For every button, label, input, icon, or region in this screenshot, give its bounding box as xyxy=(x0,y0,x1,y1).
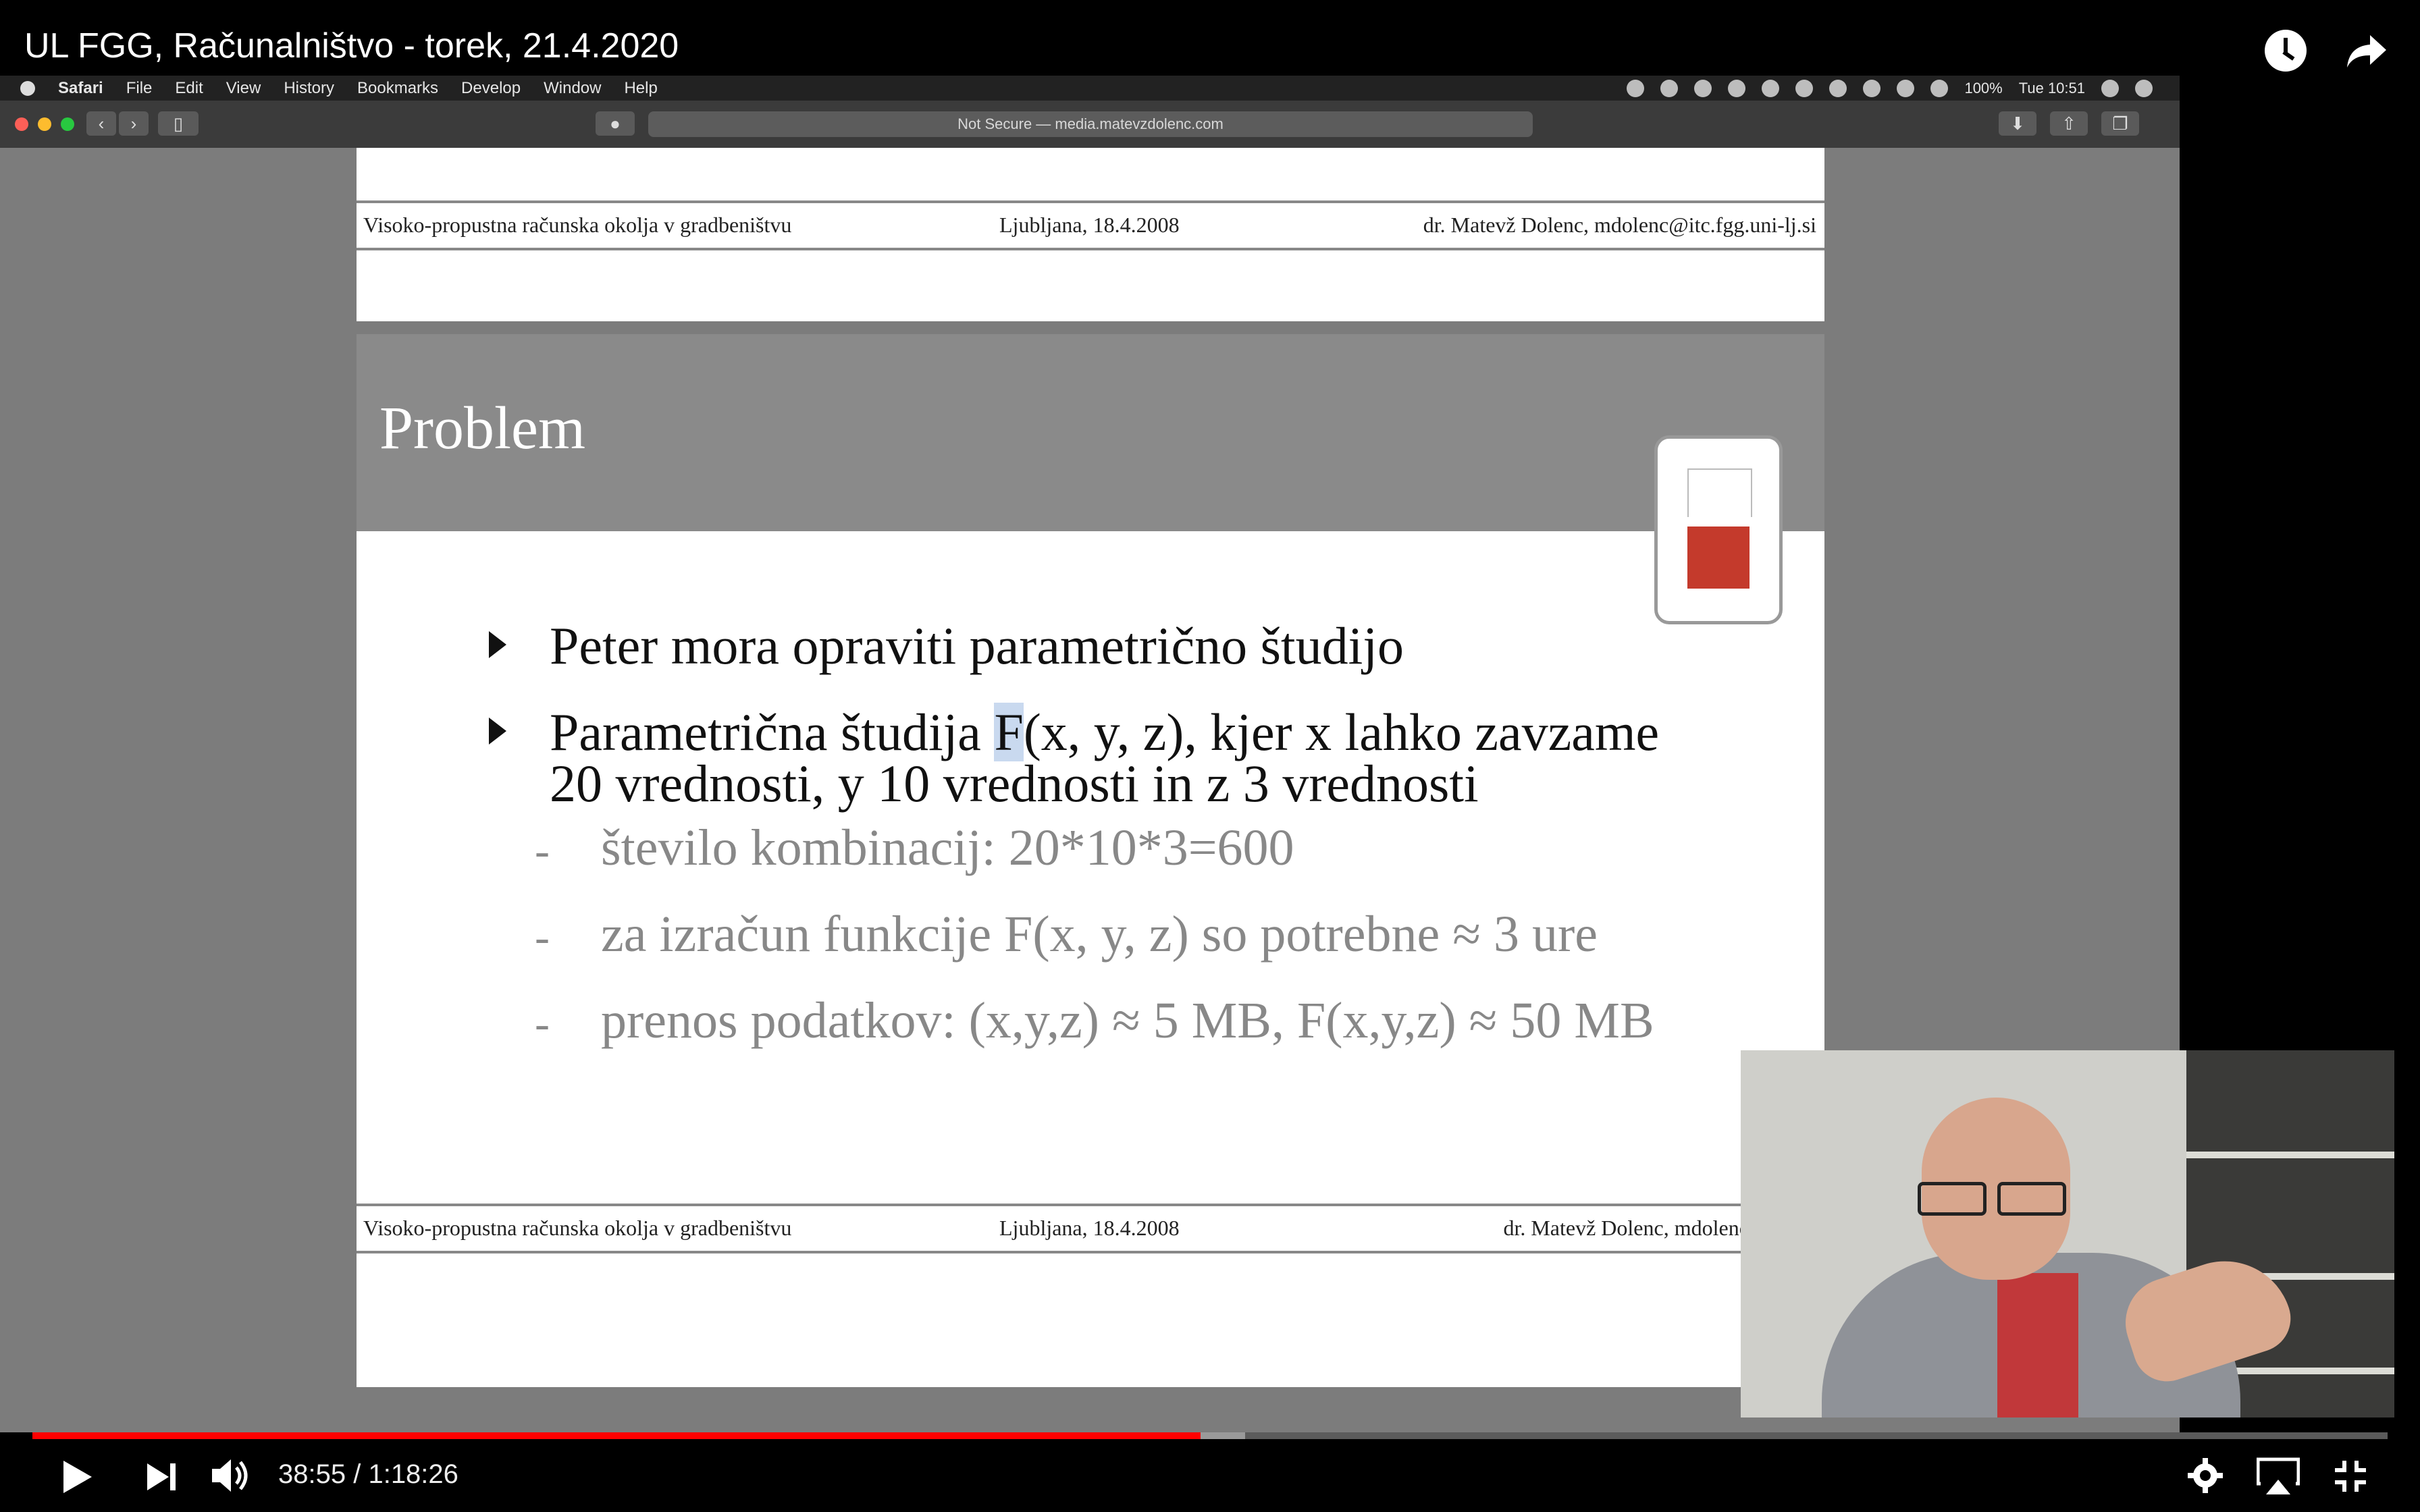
status-icon[interactable] xyxy=(1627,79,1645,97)
bullet-arrow-icon xyxy=(489,631,506,658)
volume-icon[interactable] xyxy=(211,1457,254,1498)
header-course: Visoko-propustna računska okolja v gradb… xyxy=(363,213,792,237)
volume-icon[interactable] xyxy=(1930,79,1949,97)
share-icon[interactable] xyxy=(2343,27,2390,74)
menu-window[interactable]: Window xyxy=(544,79,601,98)
sidebar-button[interactable]: ▯ xyxy=(158,111,199,136)
previous-slide-footer: Visoko-propustna računska okolja v gradb… xyxy=(357,200,1824,250)
sub-bullet-3: prenos podatkov: (x,y,z) ≈ 5 MB, F(x,y,z… xyxy=(601,992,1654,1049)
footer-date: Ljubljana, 18.4.2008 xyxy=(999,1216,1180,1240)
status-icon[interactable] xyxy=(1660,79,1679,97)
menu-help[interactable]: Help xyxy=(624,79,657,98)
exit-fullscreen-icon[interactable] xyxy=(2334,1459,2367,1496)
time-machine-icon[interactable] xyxy=(1829,79,1847,97)
airplay-icon[interactable] xyxy=(1795,79,1814,97)
wifi-icon[interactable] xyxy=(1897,79,1915,97)
sub-bullet-dash: - xyxy=(535,913,550,962)
footer-course: Visoko-propustna računska okolja v gradb… xyxy=(363,1216,792,1240)
menu-history[interactable]: History xyxy=(284,79,334,98)
watch-later-icon[interactable] xyxy=(2265,30,2307,72)
sub-bullet-dash: - xyxy=(535,999,550,1048)
share-button[interactable]: ⇧ xyxy=(2050,111,2088,136)
status-icon[interactable] xyxy=(1694,79,1712,97)
bullet-2-line-1: Parametrična študija F(x, y, z), kjer x … xyxy=(550,703,1660,761)
slide-title: Problem xyxy=(379,395,585,462)
bluetooth-icon[interactable] xyxy=(1863,79,1881,97)
video-title: UL FGG, Računalništvo - torek, 21.4.2020 xyxy=(24,26,679,65)
minimize-window-button[interactable] xyxy=(38,117,51,131)
menu-view[interactable]: View xyxy=(226,79,261,98)
spotlight-icon[interactable] xyxy=(2101,79,2119,97)
mac-menubar: Safari File Edit View History Bookmarks … xyxy=(0,76,2180,101)
menu-safari[interactable]: Safari xyxy=(58,79,103,98)
slide-title-bar: Problem xyxy=(357,334,1824,531)
previous-slide: Visoko-propustna računska okolja v gradb… xyxy=(357,148,1824,321)
play-button[interactable] xyxy=(61,1459,95,1498)
close-window-button[interactable] xyxy=(15,117,28,131)
bullet-2-line-2: 20 vrednosti, y 10 vrednosti in z 3 vred… xyxy=(550,754,1479,813)
sub-bullet-2: za izračun funkcije F(x, y, z) so potreb… xyxy=(601,906,1598,963)
apple-icon xyxy=(20,80,35,96)
settings-gear-icon[interactable] xyxy=(2186,1457,2224,1498)
zoom-window-button[interactable] xyxy=(61,117,74,131)
header-date: Ljubljana, 18.4.2008 xyxy=(999,213,1180,237)
sub-bullet-dash: - xyxy=(535,826,550,875)
notification-center-icon[interactable] xyxy=(2135,79,2153,97)
privacy-report-button[interactable]: ● xyxy=(596,111,635,136)
bullet-arrow-icon xyxy=(489,718,506,745)
downloads-button[interactable]: ⬇ xyxy=(1999,111,2036,136)
current-slide: Problem Peter mora opraviti parametrično… xyxy=(357,334,1824,1387)
menubar-clock[interactable]: Tue 10:51 xyxy=(2019,80,2085,97)
address-bar[interactable]: Not Secure — media.matevzdolenc.com xyxy=(648,111,1533,137)
menu-bookmarks[interactable]: Bookmarks xyxy=(357,79,438,98)
menu-develop[interactable]: Develop xyxy=(461,79,521,98)
airplay-icon[interactable] xyxy=(2256,1457,2300,1499)
next-button[interactable] xyxy=(146,1462,177,1495)
back-button[interactable]: ‹ xyxy=(86,111,116,136)
sub-bullet-1: število kombinacij: 20*10*3=600 xyxy=(601,819,1294,876)
status-icon[interactable] xyxy=(1728,79,1746,97)
status-area: 100% Tue 10:51 xyxy=(1627,76,2153,101)
header-author: dr. Matevž Dolenc, mdolenc@itc.fgg.uni-l… xyxy=(1423,213,1816,237)
webcam-overlay xyxy=(1741,1050,2394,1418)
safari-toolbar: ‹ › ▯ ● Not Secure — media.matevzdolenc.… xyxy=(0,101,2180,149)
university-logo xyxy=(1654,435,1783,624)
slide-footer: Visoko-propustna računska okolja v gradb… xyxy=(357,1204,1824,1253)
menu-edit[interactable]: Edit xyxy=(175,79,203,98)
battery-percent[interactable]: 100% xyxy=(1964,80,2002,97)
bullet-1: Peter mora opraviti parametrično študijo xyxy=(550,616,1404,675)
selected-text: F xyxy=(994,703,1024,761)
menu-file[interactable]: File xyxy=(126,79,153,98)
progress-played[interactable] xyxy=(32,1432,1201,1439)
time-display: 38:55 / 1:18:26 xyxy=(278,1459,458,1489)
forward-button[interactable]: › xyxy=(119,111,149,136)
status-icon[interactable] xyxy=(1762,79,1780,97)
tabs-overview-button[interactable]: ❐ xyxy=(2101,111,2139,136)
